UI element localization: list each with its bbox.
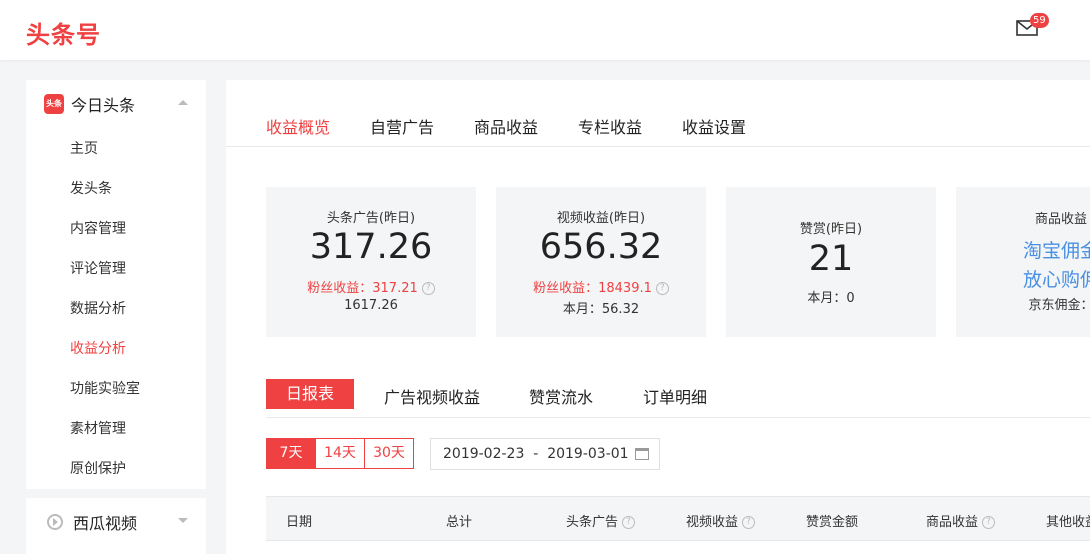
th-video-revenue-label: 视频收益 [686, 515, 739, 530]
sidebar-items: 主页 发头条 内容管理 评论管理 数据分析 收益分析 功能实验室 素材管理 原创… [70, 132, 140, 492]
tab-own-ads[interactable]: 自营广告 [370, 114, 434, 138]
tab-settings[interactable]: 收益设置 [682, 114, 746, 138]
card-reward: 赞赏(昨日) 21 本月：0 [726, 187, 936, 337]
card-value: 21 [808, 239, 854, 279]
fans-revenue-text: 粉丝收益：18439.1 [533, 281, 652, 296]
th-other-revenue: 其他收益 [1046, 515, 1090, 530]
help-icon[interactable]: ? [655, 282, 669, 295]
tab-column[interactable]: 专栏收益 [578, 114, 642, 138]
revenue-tabs: 收益概览 自营广告 商品收益 专栏收益 收益设置 [226, 80, 1090, 147]
th-toutiao-ads-label: 头条广告 [566, 515, 619, 530]
card-goods-revenue: 商品收益 淘宝佣金 放心购佣 京东佣金： [956, 187, 1090, 337]
card-label: 商品收益 [1034, 212, 1087, 227]
sidebar-group-header[interactable]: 头条 今日头条 [44, 92, 188, 116]
th-toutiao-ads: 头条广告? [566, 511, 636, 530]
card-fans-revenue: 粉丝收益：317.21? [266, 277, 476, 296]
card-label: 视频收益(昨日) [556, 211, 646, 226]
logo[interactable]: 头条号 [26, 15, 101, 50]
sidebar-item-lab[interactable]: 功能实验室 [70, 372, 140, 412]
sidebar-item-original[interactable]: 原创保护 [70, 452, 140, 492]
card-sub: 1617.26 [344, 298, 398, 313]
range-14d-button[interactable]: 14天 [315, 438, 365, 469]
caret-up-icon[interactable] [178, 100, 188, 105]
card-sub: 本月：56.32 [562, 302, 640, 317]
range-selector: 7天 14天 30天 [266, 438, 414, 469]
date-range-picker[interactable]: 2019-02-23 - 2019-03-01 [430, 438, 660, 470]
mail-badge: 59 [1030, 13, 1049, 28]
card-label: 头条广告(昨日) [326, 211, 416, 226]
th-reward-amount: 赞赏金额 [806, 515, 859, 530]
date-range-text: 2019-02-23 - 2019-03-01 [443, 446, 629, 462]
card-label: 赞赏(昨日) [799, 222, 863, 237]
caret-down-icon[interactable] [178, 518, 188, 523]
subtab-reward-flow[interactable]: 赞赏流水 [529, 384, 593, 408]
card-sub: 本月：0 [807, 291, 855, 306]
range-7d-button[interactable]: 7天 [266, 438, 316, 469]
th-goods-revenue: 商品收益? [926, 511, 996, 530]
toutiao-app-icon: 头条 [44, 94, 64, 114]
subtab-daily-report[interactable]: 日报表 [266, 379, 354, 409]
top-bar: 头条号 59 [0, 0, 1090, 60]
sidebar-group-toutiao: 头条 今日头条 主页 发头条 内容管理 评论管理 数据分析 收益分析 功能实验室… [26, 80, 206, 489]
th-total: 总计 [446, 515, 473, 530]
card-value: 656.32 [539, 227, 663, 267]
card-sub: 京东佣金： [1028, 298, 1090, 313]
sidebar-item-home[interactable]: 主页 [70, 132, 140, 172]
sidebar-item-comments[interactable]: 评论管理 [70, 252, 140, 292]
help-icon[interactable]: ? [742, 516, 756, 529]
help-icon[interactable]: ? [982, 516, 996, 529]
subtab-ad-video-revenue[interactable]: 广告视频收益 [384, 384, 480, 408]
sidebar-group-title: 今日头条 [71, 96, 136, 115]
sidebar-item-post[interactable]: 发头条 [70, 172, 140, 212]
card-video-revenue: 视频收益(昨日) 656.32 粉丝收益：18439.1? 本月：56.32 [496, 187, 706, 337]
subtab-order-details[interactable]: 订单明细 [643, 384, 707, 408]
card-toutiao-ads: 头条广告(昨日) 317.26 粉丝收益：317.21? 1617.26 [266, 187, 476, 337]
fans-revenue-text: 粉丝收益：317.21 [307, 281, 418, 296]
th-video-revenue: 视频收益? [686, 511, 756, 530]
tab-overview[interactable]: 收益概览 [266, 114, 330, 138]
sidebar-group-xigua: 西瓜视频 [26, 498, 206, 554]
th-date: 日期 [286, 515, 313, 530]
xigua-play-icon [47, 514, 63, 530]
sidebar-item-revenue[interactable]: 收益分析 [70, 332, 140, 372]
taobao-commission-link[interactable]: 淘宝佣金 [956, 236, 1090, 263]
th-goods-revenue-label: 商品收益 [926, 515, 979, 530]
sidebar-item-content[interactable]: 内容管理 [70, 212, 140, 252]
fangxingou-commission-link[interactable]: 放心购佣 [956, 265, 1090, 292]
help-icon[interactable]: ? [421, 282, 435, 295]
sidebar-group-header-xigua[interactable]: 西瓜视频 [44, 510, 188, 534]
subtab-divider [266, 417, 1090, 418]
tab-goods[interactable]: 商品收益 [474, 114, 538, 138]
range-30d-button[interactable]: 30天 [364, 438, 414, 469]
calendar-icon[interactable] [635, 448, 649, 460]
sidebar-group-title-xigua: 西瓜视频 [73, 514, 138, 533]
sidebar-item-materials[interactable]: 素材管理 [70, 412, 140, 452]
card-value: 317.26 [309, 227, 433, 267]
sidebar-item-analytics[interactable]: 数据分析 [70, 292, 140, 332]
help-icon[interactable]: ? [622, 516, 636, 529]
table-header: 日期 总计 头条广告? 视频收益? 赞赏金额 商品收益? 其他收益 [266, 496, 1090, 541]
main-panel: 收益概览 自营广告 商品收益 专栏收益 收益设置 头条广告(昨日) 317.26… [226, 80, 1090, 554]
card-fans-revenue: 粉丝收益：18439.1? [496, 277, 706, 296]
